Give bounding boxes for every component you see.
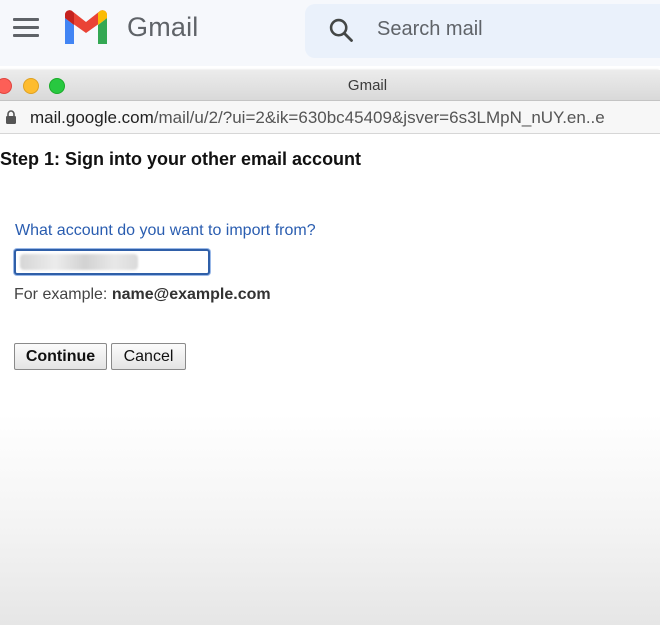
gmail-logo-icon[interactable]: [62, 10, 110, 46]
url-text: mail.google.com/mail/u/2/?ui=2&ik=630bc4…: [30, 108, 605, 128]
gmail-wordmark[interactable]: Gmail: [127, 12, 199, 43]
example-hint: For example: name@example.com: [14, 286, 271, 304]
import-popup-window: Gmail mail.google.com/mail/u/2/?ui=2&ik=…: [0, 70, 660, 625]
window-title: Gmail: [347, 77, 388, 94]
example-prefix: For example:: [14, 286, 112, 303]
search-mail-box[interactable]: Search mail: [305, 4, 660, 58]
account-question-label: What account do you want to import from?: [15, 222, 316, 239]
window-titlebar: Gmail: [0, 70, 660, 101]
step-heading: Step 1: Sign into your other email accou…: [0, 149, 362, 169]
continue-button[interactable]: Continue: [14, 343, 107, 370]
url-path: /mail/u/2/?ui=2&ik=630bc45409&jsver=6s3L…: [153, 108, 605, 127]
cancel-button[interactable]: Cancel: [111, 343, 186, 370]
gmail-header: Gmail Search mail: [0, 0, 660, 66]
search-icon[interactable]: [327, 16, 355, 44]
url-host: mail.google.com: [30, 108, 154, 127]
main-menu-icon[interactable]: [13, 16, 39, 38]
example-value: name@example.com: [111, 286, 271, 303]
search-placeholder: Search mail: [377, 18, 483, 40]
lock-icon: [6, 110, 16, 124]
blurred-account-value: [20, 254, 138, 270]
url-bar[interactable]: mail.google.com/mail/u/2/?ui=2&ik=630bc4…: [0, 101, 660, 134]
